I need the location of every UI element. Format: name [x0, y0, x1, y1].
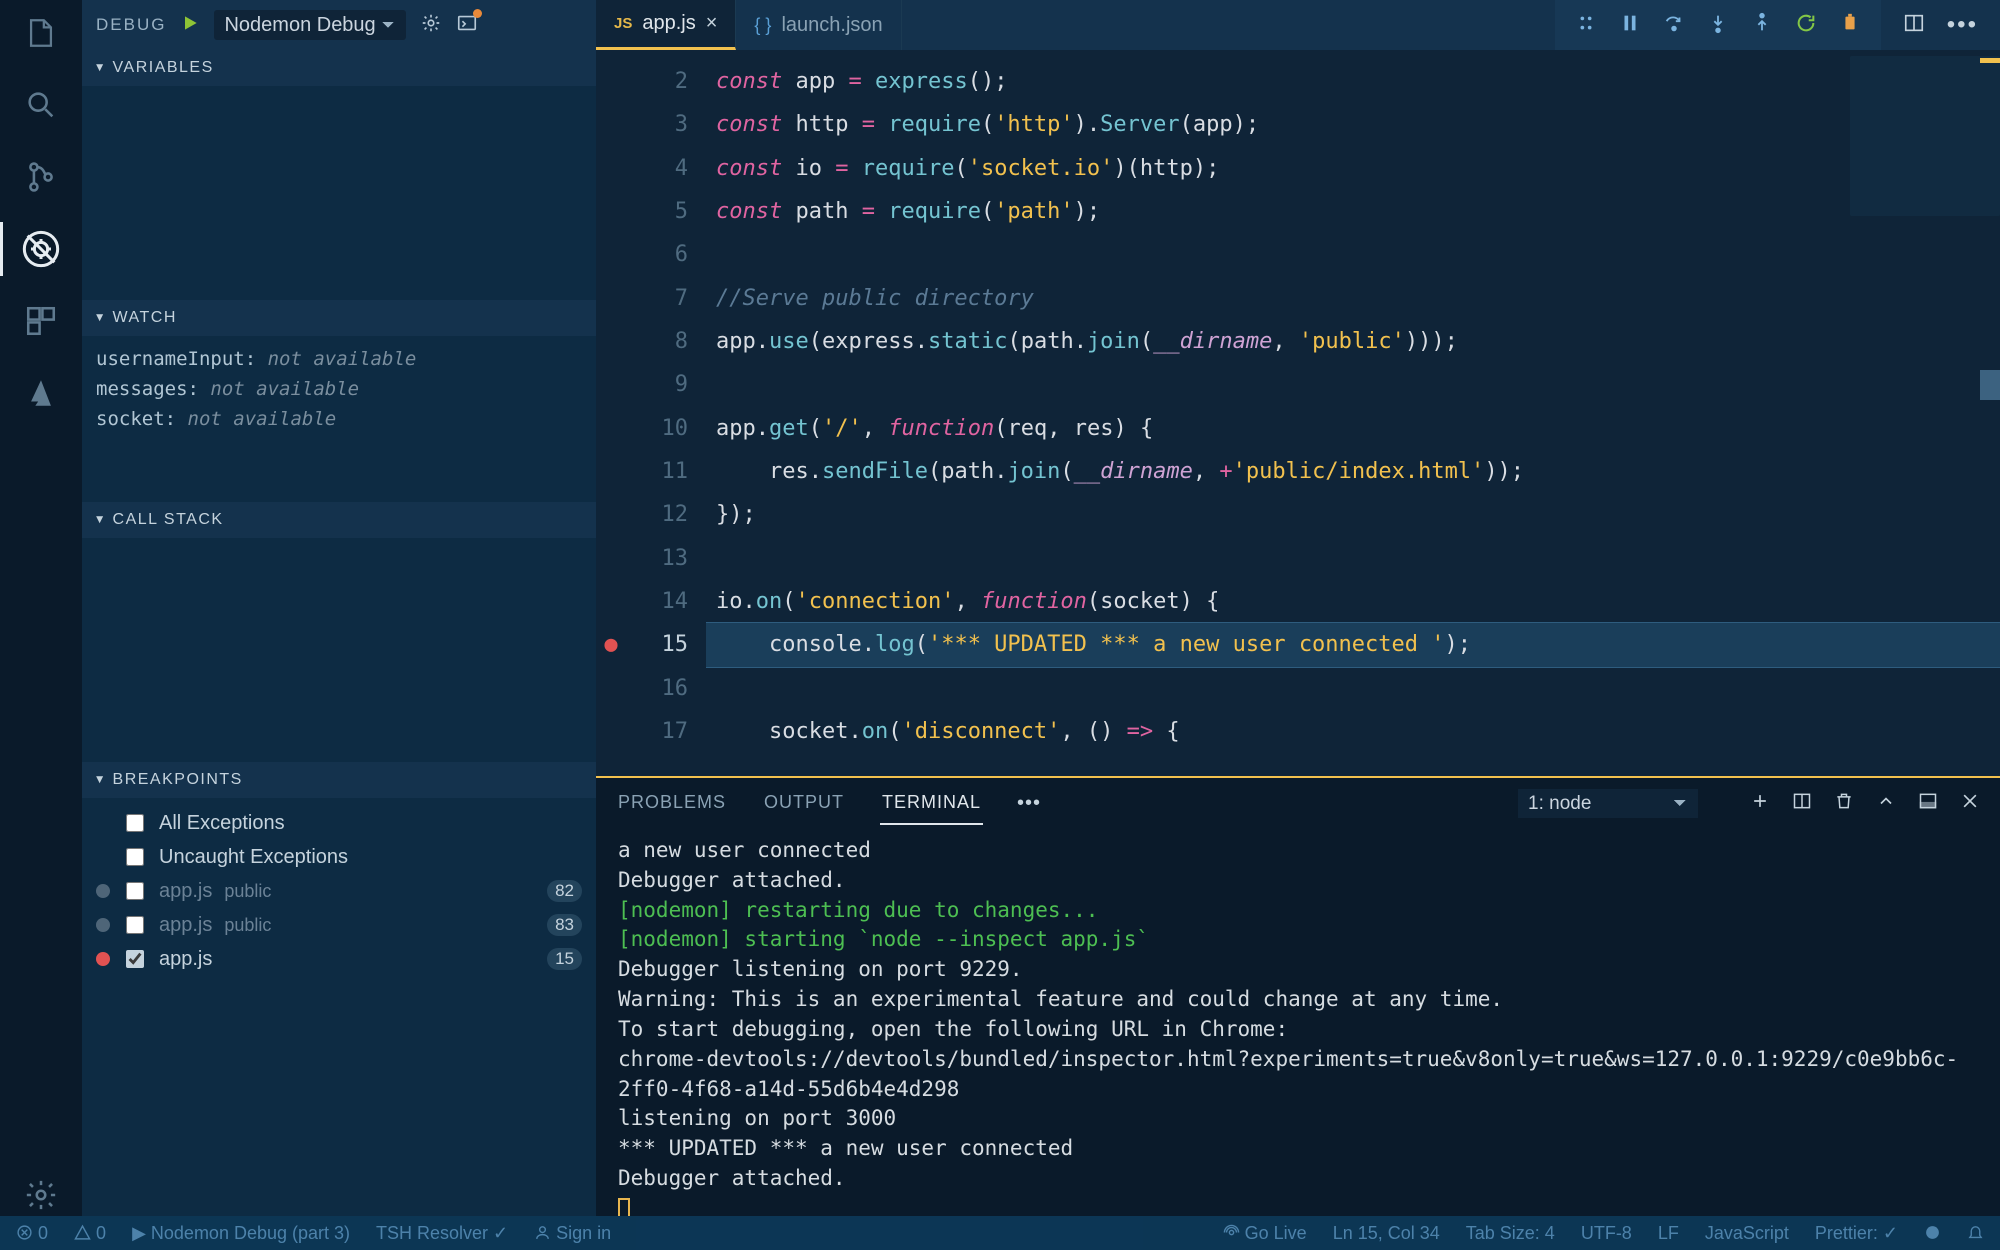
- settings-gear-icon[interactable]: [20, 1174, 62, 1216]
- breakpoint-option[interactable]: Uncaught Exceptions: [96, 840, 582, 874]
- editor-actions: •••: [1881, 0, 2000, 50]
- status-bar: 0 0 ▶ Nodemon Debug (part 3) TSH Resolve…: [0, 1216, 2000, 1250]
- variables-body: [82, 86, 596, 102]
- more-icon[interactable]: •••: [1947, 11, 1978, 39]
- step-into-icon[interactable]: [1707, 12, 1729, 39]
- watch-body: usernameInput: not availablemessages: no…: [82, 336, 596, 442]
- activity-bar: [0, 0, 82, 1216]
- split-terminal-icon[interactable]: [1792, 791, 1812, 816]
- breakpoint-item[interactable]: app.js public82: [96, 874, 582, 908]
- status-warnings[interactable]: 0: [74, 1223, 106, 1244]
- extensions-icon[interactable]: [20, 300, 62, 342]
- panel-more-icon[interactable]: •••: [1017, 792, 1041, 815]
- explorer-icon[interactable]: [20, 12, 62, 54]
- minimap[interactable]: [1850, 56, 2000, 216]
- watch-section-header[interactable]: ▸WATCH: [82, 300, 596, 336]
- status-cursor-pos[interactable]: Ln 15, Col 34: [1333, 1223, 1440, 1244]
- code-editor[interactable]: ● 234567891011121314151617 const app = e…: [596, 50, 2000, 776]
- watch-expression[interactable]: messages: not available: [96, 374, 582, 404]
- panel-tab[interactable]: OUTPUT: [762, 782, 846, 825]
- pause-icon[interactable]: [1619, 12, 1641, 39]
- callstack-section-header[interactable]: ▸CALL STACK: [82, 502, 596, 538]
- editor-group: JS app.js × { } launch.json •••: [596, 0, 2000, 1216]
- status-errors[interactable]: 0: [16, 1223, 48, 1244]
- tab-label: app.js: [642, 12, 695, 35]
- js-icon: JS: [614, 15, 632, 32]
- restart-icon[interactable]: [1795, 12, 1817, 39]
- debug-title: DEBUG: [96, 15, 166, 35]
- status-debug-name[interactable]: ▶ Nodemon Debug (part 3): [132, 1223, 350, 1244]
- callstack-body: [82, 538, 596, 554]
- debug-config-select[interactable]: Nodemon Debug: [214, 10, 406, 40]
- bottom-panel: PROBLEMS OUTPUT TERMINAL ••• 1: node a new…: [596, 776, 2000, 1216]
- debug-controls: [1555, 0, 1881, 50]
- line-number-gutter: 234567891011121314151617: [626, 50, 706, 776]
- maximize-panel-icon[interactable]: [1876, 791, 1896, 816]
- step-over-icon[interactable]: [1663, 12, 1685, 39]
- status-language[interactable]: JavaScript: [1705, 1223, 1789, 1244]
- tab-label: launch.json: [781, 14, 882, 37]
- status-golive[interactable]: Go Live: [1223, 1223, 1307, 1244]
- status-signin[interactable]: Sign in: [534, 1223, 611, 1244]
- code-area[interactable]: const app = express();const http = requi…: [706, 50, 2000, 776]
- debug-icon[interactable]: [20, 228, 62, 270]
- breakpoints-section-header[interactable]: ▸BREAKPOINTS: [82, 762, 596, 798]
- source-control-icon[interactable]: [20, 156, 62, 198]
- disconnect-icon[interactable]: [1839, 12, 1861, 39]
- status-prettier[interactable]: Prettier: ✓: [1815, 1223, 1898, 1244]
- watch-expression[interactable]: usernameInput: not available: [96, 344, 582, 374]
- tab-bar: JS app.js × { } launch.json •••: [596, 0, 2000, 50]
- watch-expression[interactable]: socket: not available: [96, 404, 582, 434]
- editor-tab[interactable]: JS app.js ×: [596, 0, 736, 50]
- gear-icon[interactable]: [420, 12, 442, 39]
- panel-tab[interactable]: PROBLEMS: [616, 782, 728, 825]
- split-editor-icon[interactable]: [1903, 12, 1925, 39]
- debug-toolbar: DEBUG Nodemon Debug: [82, 0, 596, 50]
- panel-tab-bar: PROBLEMS OUTPUT TERMINAL ••• 1: node: [596, 778, 2000, 828]
- status-tab-size[interactable]: Tab Size: 4: [1466, 1223, 1555, 1244]
- breakpoint-gutter[interactable]: ●: [596, 50, 626, 776]
- status-feedback-icon[interactable]: [1924, 1223, 1941, 1244]
- terminal-output[interactable]: a new user connectedDebugger attached.[n…: [596, 828, 2000, 1216]
- editor-tab[interactable]: { } launch.json: [736, 0, 901, 50]
- panel-position-icon[interactable]: [1918, 791, 1938, 816]
- breakpoint-item[interactable]: app.js 15: [96, 942, 582, 976]
- terminal-select[interactable]: 1: node: [1518, 789, 1698, 818]
- panel-tab[interactable]: TERMINAL: [880, 782, 983, 825]
- search-icon[interactable]: [20, 84, 62, 126]
- breakpoint-item[interactable]: app.js public83: [96, 908, 582, 942]
- scrollbar-overview[interactable]: [1980, 50, 2000, 776]
- start-debug-icon[interactable]: [180, 13, 200, 38]
- variables-section-header[interactable]: ▸VARIABLES: [82, 50, 596, 86]
- step-out-icon[interactable]: [1751, 12, 1773, 39]
- close-icon[interactable]: ×: [706, 12, 718, 35]
- close-panel-icon[interactable]: [1960, 791, 1980, 816]
- breakpoint-option[interactable]: All Exceptions: [96, 806, 582, 840]
- azure-icon[interactable]: [20, 372, 62, 414]
- debug-sidebar: DEBUG Nodemon Debug ▸VARIABLES ▸WATCH us…: [82, 0, 596, 1216]
- kill-terminal-icon[interactable]: [1834, 791, 1854, 816]
- new-terminal-icon[interactable]: [1750, 791, 1770, 816]
- drag-handle-icon[interactable]: [1575, 12, 1597, 39]
- status-encoding[interactable]: UTF-8: [1581, 1223, 1632, 1244]
- status-resolver[interactable]: TSH Resolver ✓: [376, 1223, 508, 1244]
- status-bell-icon[interactable]: [1967, 1223, 1984, 1244]
- breakpoints-body: All Exceptions Uncaught Exceptions app.j…: [82, 798, 596, 984]
- json-icon: { }: [754, 15, 771, 36]
- status-eol[interactable]: LF: [1658, 1223, 1679, 1244]
- debug-console-icon[interactable]: [456, 12, 478, 39]
